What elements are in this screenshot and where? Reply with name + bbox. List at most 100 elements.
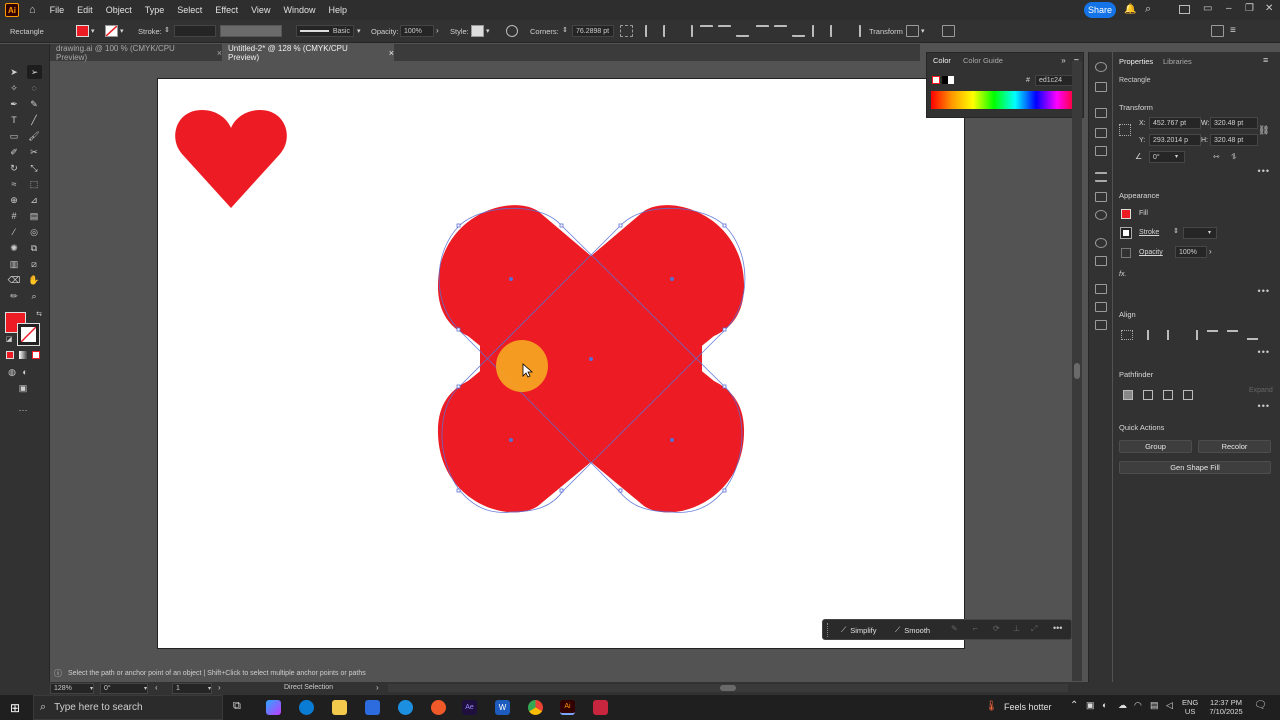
opacity-field[interactable]: 100% xyxy=(1175,246,1207,258)
align-vertical-center-icon[interactable] xyxy=(1227,330,1238,340)
store-icon[interactable] xyxy=(365,700,380,715)
graphic-styles-icon[interactable] xyxy=(1095,256,1107,266)
after-effects-icon[interactable]: Ae xyxy=(462,700,477,715)
more-options-icon[interactable]: ••• xyxy=(1258,166,1270,176)
speaker-icon[interactable]: ◁ xyxy=(1166,700,1173,711)
prev-artboard-icon[interactable]: ‹ xyxy=(155,683,158,692)
stroke-icon[interactable] xyxy=(1095,172,1107,182)
white-swatch[interactable] xyxy=(948,76,954,84)
tab-color[interactable]: Color xyxy=(927,56,957,65)
clock[interactable]: 12:37 PM 7/10/2025 xyxy=(1206,698,1246,716)
align-to-icon[interactable] xyxy=(1121,330,1133,340)
recolor-button[interactable]: Recolor xyxy=(1198,440,1271,453)
more-options-icon[interactable]: ••• xyxy=(1258,401,1270,411)
zoom-field[interactable]: 128% ▾ xyxy=(50,683,94,694)
h-field[interactable]: 320.48 pt xyxy=(1210,134,1258,146)
libraries-icon[interactable] xyxy=(1095,82,1107,92)
tray-icon[interactable]: ◐ xyxy=(1102,700,1107,710)
tab-libraries[interactable]: Libraries xyxy=(1163,57,1192,66)
chevron-down-icon[interactable]: ▾ xyxy=(144,685,147,692)
chevron-down-icon[interactable]: ▾ xyxy=(208,685,211,692)
stroke-weight-field[interactable] xyxy=(1183,227,1217,239)
y-field[interactable]: 293.2014 p xyxy=(1149,134,1201,146)
artboard-number-field[interactable]: 1 ▾ xyxy=(172,683,212,694)
opacity-label[interactable]: Opacity xyxy=(1139,249,1163,256)
layers-icon[interactable] xyxy=(1095,284,1107,294)
minus-front-icon[interactable] xyxy=(1143,390,1153,400)
fx-button[interactable]: fx. xyxy=(1119,271,1126,278)
color-spectrum[interactable] xyxy=(931,91,1078,109)
network-icon[interactable]: ▤ xyxy=(1150,700,1159,711)
x-field[interactable]: 452.767 pt xyxy=(1149,117,1201,129)
vertical-scrollbar[interactable] xyxy=(1072,61,1082,681)
horizontal-scrollbar[interactable] xyxy=(388,684,1068,692)
angle-field[interactable]: 0° xyxy=(1149,151,1185,163)
file-explorer-icon[interactable] xyxy=(332,700,347,715)
tray-icon[interactable]: ▣ xyxy=(1086,700,1095,711)
smooth-button[interactable]: ⟋ Smooth xyxy=(895,625,930,635)
chevron-down-icon[interactable]: ▾ xyxy=(1208,229,1211,236)
collapse-icon[interactable]: » xyxy=(1061,56,1065,65)
stepper-icon[interactable]: ⇕ xyxy=(1173,227,1179,235)
symbols-icon[interactable] xyxy=(1095,146,1107,156)
word-icon[interactable]: W xyxy=(495,700,510,715)
chevron-down-icon[interactable]: ▾ xyxy=(90,685,93,692)
notification-icon[interactable]: 🗨 xyxy=(1254,700,1267,711)
next-artboard-icon[interactable]: › xyxy=(218,683,221,692)
copilot-icon[interactable] xyxy=(266,700,281,715)
transparency-icon[interactable] xyxy=(1095,210,1107,220)
appearance-icon[interactable] xyxy=(1095,238,1107,248)
gen-shape-fill-button[interactable]: Gen Shape Fill xyxy=(1119,461,1271,474)
tray-icon[interactable]: ☁ xyxy=(1118,700,1127,711)
illustrator-icon[interactable]: Ai xyxy=(560,700,575,715)
scrollbar-thumb[interactable] xyxy=(720,685,736,691)
chevron-up-icon[interactable]: ⌃ xyxy=(1070,700,1078,711)
color-icon[interactable] xyxy=(1095,108,1107,118)
chevron-down-icon[interactable]: ▾ xyxy=(1175,153,1178,160)
windows-start-icon[interactable]: ⊞ xyxy=(10,701,20,715)
more-options-icon[interactable]: ••• xyxy=(1053,623,1062,633)
rotation-field[interactable]: 0° ▾ xyxy=(100,683,148,694)
exclude-icon[interactable] xyxy=(1183,390,1193,400)
align-bottom-icon[interactable] xyxy=(1247,330,1258,340)
align-left-icon[interactable] xyxy=(1147,330,1158,340)
expand-button[interactable]: Expand xyxy=(1249,387,1273,394)
weather-text[interactable]: Feels hotter xyxy=(1004,702,1052,712)
chrome-icon[interactable] xyxy=(528,700,543,715)
intersect-icon[interactable] xyxy=(1163,390,1173,400)
taskbar-search[interactable]: ⌕ Type here to search xyxy=(33,695,223,720)
align-right-icon[interactable] xyxy=(1187,330,1198,340)
asset-export-icon[interactable] xyxy=(1095,302,1107,312)
group-button[interactable]: Group xyxy=(1119,440,1192,453)
heart-shape[interactable] xyxy=(175,110,287,208)
align-top-icon[interactable] xyxy=(1207,330,1218,340)
scrollbar-thumb[interactable] xyxy=(1074,363,1080,379)
simplify-button[interactable]: ⟋ Simplify xyxy=(841,625,877,635)
flip-horizontal-icon[interactable]: ⇿ xyxy=(1213,152,1220,161)
reference-point-icon[interactable] xyxy=(1119,124,1131,136)
brushes-icon[interactable] xyxy=(1095,128,1107,138)
tab-properties[interactable]: Properties xyxy=(1119,57,1153,66)
unite-icon[interactable] xyxy=(1123,390,1133,400)
w-field[interactable]: 320.48 pt xyxy=(1210,117,1258,129)
stroke-label[interactable]: Stroke xyxy=(1139,229,1159,236)
tab-color-guide[interactable]: Color Guide xyxy=(957,56,1009,65)
gradient-icon[interactable] xyxy=(1095,192,1107,202)
chevron-right-icon[interactable]: › xyxy=(1209,247,1212,256)
wifi-icon[interactable]: ◠ xyxy=(1134,700,1142,711)
properties-icon[interactable] xyxy=(1095,62,1107,72)
constrain-proportions-icon[interactable]: ⛓ xyxy=(1258,125,1269,136)
flip-vertical-icon[interactable]: ⥮ xyxy=(1231,152,1237,162)
task-view-icon[interactable]: ⧉ xyxy=(233,700,241,713)
browser-icon[interactable] xyxy=(431,700,446,715)
more-options-icon[interactable]: ••• xyxy=(1258,286,1270,296)
language-indicator[interactable]: ENG US xyxy=(1182,698,1198,716)
none-swatch[interactable] xyxy=(932,76,940,84)
artboards-icon[interactable] xyxy=(1095,320,1107,330)
fill-swatch[interactable] xyxy=(1121,209,1131,219)
drag-handle-icon[interactable] xyxy=(827,623,830,637)
telegram-icon[interactable] xyxy=(398,700,413,715)
align-horizontal-center-icon[interactable] xyxy=(1167,330,1178,340)
edge-icon[interactable] xyxy=(299,700,314,715)
app-icon[interactable] xyxy=(593,700,608,715)
